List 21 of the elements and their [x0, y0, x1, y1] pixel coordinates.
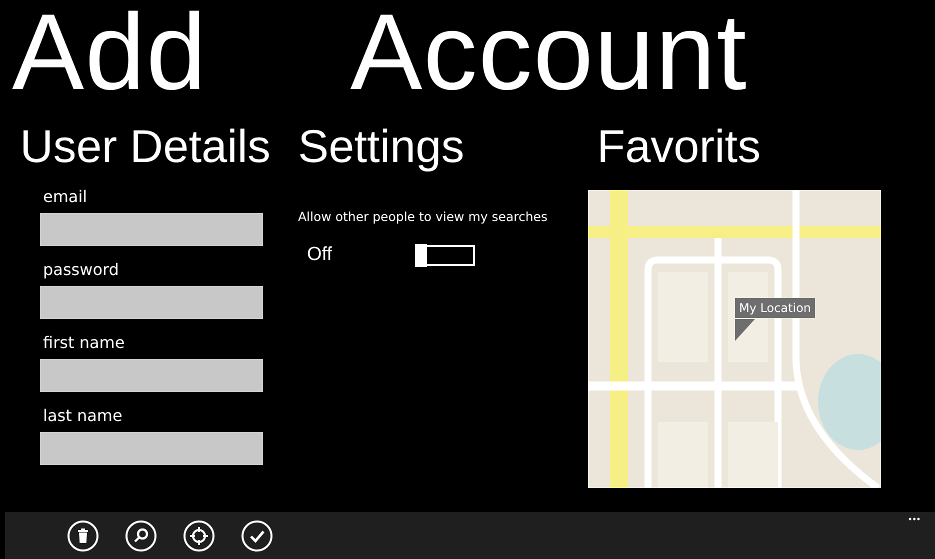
field-label: last name [42, 405, 122, 427]
section-heading: User Details [20, 120, 271, 172]
page-title: Add Account [11, 0, 748, 104]
more-button[interactable]: ••• [908, 514, 921, 524]
accept-button[interactable] [241, 520, 273, 552]
search-button[interactable] [125, 520, 157, 552]
field-label: password [42, 259, 119, 281]
field-label: email [42, 186, 88, 208]
input-field[interactable] [40, 359, 263, 392]
input-field[interactable] [40, 286, 263, 319]
input-field[interactable] [40, 432, 263, 465]
pin-pointer-icon [735, 319, 755, 341]
toggle-state: Off [307, 244, 333, 266]
toggle-label: Allow other people to view my searches [298, 209, 548, 224]
locate-button[interactable] [183, 520, 215, 552]
toggle-switch[interactable] [415, 244, 475, 266]
field-label: first name [42, 332, 125, 354]
section-heading: Settings [298, 120, 464, 172]
section-heading: Favorits [597, 120, 761, 172]
delete-button[interactable] [67, 520, 99, 552]
input-field[interactable] [40, 213, 263, 246]
